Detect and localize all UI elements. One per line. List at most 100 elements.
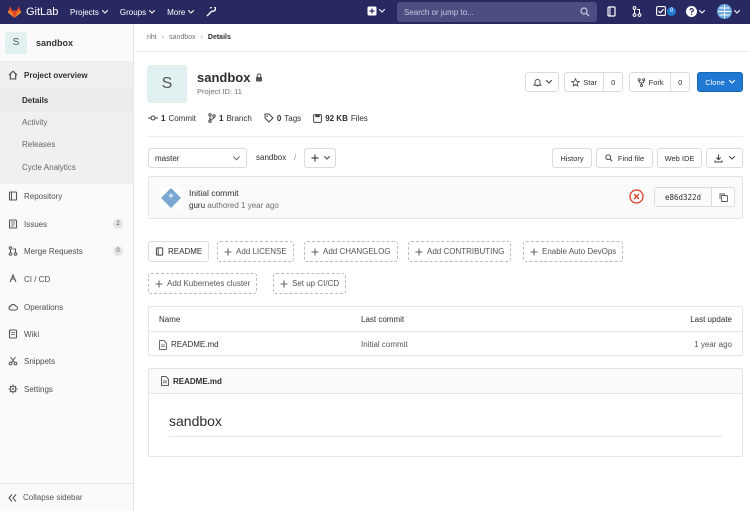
issues-icon — [8, 219, 18, 229]
copy-sha-button[interactable] — [712, 188, 734, 206]
sidebar-item-merge-requests[interactable]: Merge Requests 0 — [0, 240, 133, 262]
star-count[interactable]: 0 — [603, 73, 622, 91]
fork-label: Fork — [648, 77, 664, 87]
file-name-link[interactable]: README.md — [159, 332, 219, 357]
web-ide-button[interactable]: Web IDE — [657, 148, 702, 168]
download-dropdown-button[interactable] — [706, 148, 743, 168]
nav-more[interactable]: More — [167, 8, 195, 17]
sidebar-item-settings[interactable]: Settings — [0, 378, 133, 400]
files-stat-link[interactable]: 92 KB Files — [313, 113, 368, 123]
repo-path-separator: / — [294, 153, 297, 162]
sidebar-item-snippets[interactable]: Snippets — [0, 350, 133, 372]
nav-projects[interactable]: Projects — [70, 8, 108, 17]
sidebar-item-label: Project overview — [24, 70, 88, 80]
fork-count[interactable]: 0 — [670, 73, 689, 91]
repo-path-root[interactable]: sandbox — [256, 153, 286, 162]
commits-stat-link[interactable]: 1 Commit — [148, 113, 196, 123]
notification-dropdown-button[interactable] — [525, 72, 559, 92]
collapse-sidebar-button[interactable]: Collapse sidebar — [0, 483, 133, 511]
commit-sha-group: e86d322d — [654, 187, 735, 207]
sidebar-item-label: Snippets — [24, 356, 56, 366]
commits-count: 1 — [161, 113, 166, 123]
sidebar-item-repository[interactable]: Repository — [0, 185, 133, 207]
search-input[interactable]: Search or jump to... — [397, 2, 597, 22]
add-contributing-label: Add CONTRIBUTING — [427, 247, 505, 256]
branches-stat-link[interactable]: 1 Branch — [208, 113, 252, 123]
home-icon — [8, 70, 18, 80]
commit-sha-link[interactable]: e86d322d — [655, 188, 712, 206]
breadcrumb-project[interactable]: sandbox — [169, 34, 195, 41]
sidebar-item-ci-cd[interactable]: CI / CD — [0, 268, 133, 290]
admin-wrench-button[interactable] — [206, 7, 217, 17]
set-up-ci-cd-button[interactable]: Set up CI/CD — [273, 273, 347, 294]
chevron-down-icon — [101, 10, 108, 14]
column-header-name: Name — [159, 315, 181, 324]
file-last-commit-link[interactable]: Initial commit — [361, 332, 408, 357]
add-license-label: Add LICENSE — [236, 247, 287, 256]
readme-pill-button[interactable]: README — [148, 241, 210, 262]
chevron-down-icon — [379, 9, 385, 13]
pipeline-status-failed[interactable] — [629, 189, 644, 204]
enable-auto-devops-button[interactable]: Enable Auto DevOps — [523, 241, 624, 262]
sidebar-sub-cycle-analytics[interactable]: Cycle Analytics — [0, 156, 133, 178]
readme-header: README.md — [149, 369, 742, 394]
user-menu-button[interactable] — [717, 4, 740, 19]
branch-selector-value: master — [155, 153, 180, 163]
merge-requests-nav-button[interactable] — [632, 6, 642, 17]
sidebar-item-operations[interactable]: Operations — [0, 296, 133, 318]
clone-dropdown-button[interactable]: Clone — [697, 72, 743, 92]
files-size: 92 KB — [325, 113, 348, 123]
issues-nav-button[interactable] — [607, 6, 617, 17]
todos-nav-button[interactable]: 8 — [656, 6, 677, 16]
add-contributing-button[interactable]: Add CONTRIBUTING — [408, 241, 512, 262]
add-kubernetes-cluster-button[interactable]: Add Kubernetes cluster — [148, 273, 258, 294]
status-failed-icon — [629, 189, 644, 204]
chevron-down-icon — [149, 10, 156, 14]
commit-author-avatar[interactable] — [160, 187, 182, 209]
star-button[interactable]: Star 0 — [564, 72, 623, 92]
sidebar-sub-releases[interactable]: Releases — [0, 133, 133, 155]
branch-selector[interactable]: master — [148, 148, 247, 168]
merge-request-icon — [8, 246, 18, 256]
user-avatar-icon — [717, 4, 732, 19]
file-icon — [159, 339, 167, 350]
fork-button[interactable]: Fork 0 — [629, 72, 690, 92]
commit-title-link[interactable]: Initial commit — [189, 188, 239, 198]
readme-file-link[interactable]: README.md — [173, 377, 222, 386]
search-icon — [580, 7, 590, 17]
chevron-down-icon — [323, 156, 330, 160]
breadcrumb-current[interactable]: Details — [208, 34, 231, 41]
breadcrumb-group[interactable]: riht — [147, 34, 157, 41]
help-dropdown-button[interactable] — [686, 6, 705, 17]
sidebar-item-project-overview[interactable]: Project overview — [0, 64, 133, 86]
star-action[interactable]: Star — [565, 77, 603, 87]
nav-projects-label: Projects — [70, 7, 99, 17]
clone-label: Clone — [705, 77, 725, 87]
new-dropdown-button[interactable] — [367, 6, 385, 16]
fork-action[interactable]: Fork — [630, 78, 670, 87]
history-button[interactable]: History — [552, 148, 592, 168]
tags-stat-link[interactable]: 0 Tags — [264, 113, 301, 123]
todo-check-icon — [656, 6, 666, 16]
sidebar-project-header[interactable]: S sandbox — [0, 24, 133, 62]
find-file-button[interactable]: Find file — [596, 148, 653, 168]
chevron-down-icon — [233, 156, 240, 161]
add-to-tree-dropdown[interactable] — [304, 148, 336, 168]
commit-author-link[interactable]: guru — [189, 201, 205, 210]
commit-icon — [148, 115, 158, 121]
add-license-button[interactable]: Add LICENSE — [217, 241, 294, 262]
add-changelog-button[interactable]: Add CHANGELOG — [304, 241, 398, 262]
add-kubernetes-cluster-label: Add Kubernetes cluster — [167, 279, 251, 288]
gitlab-home-link[interactable]: GitLab — [8, 6, 70, 18]
nav-groups[interactable]: Groups — [120, 8, 156, 17]
project-sidebar: S sandbox Project overview Details Activ… — [0, 24, 134, 511]
tags-count: 0 — [276, 113, 282, 123]
gitlab-logo-icon — [8, 6, 21, 18]
readme-preview: README.md sandbox — [148, 368, 743, 457]
chevron-down-icon — [545, 80, 552, 84]
sidebar-item-wiki[interactable]: Wiki — [0, 323, 133, 345]
disk-icon — [313, 113, 323, 123]
sidebar-sub-details[interactable]: Details — [0, 89, 133, 111]
sidebar-item-issues[interactable]: Issues 2 — [0, 213, 133, 235]
sidebar-sub-activity[interactable]: Activity — [0, 111, 133, 133]
